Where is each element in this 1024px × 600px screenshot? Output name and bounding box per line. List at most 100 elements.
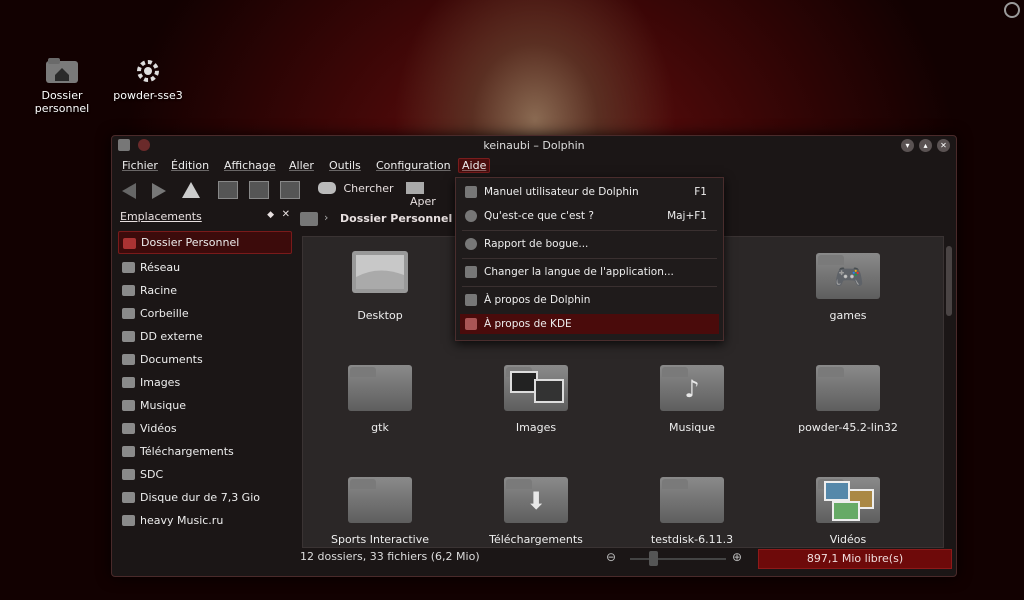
sidebar-item-music[interactable]: Musique [118,394,292,417]
music-icon [122,400,135,411]
file-name: Sports Interactive [330,533,429,546]
whats-this-icon [465,210,477,222]
desktop-icon-home[interactable]: Dossier personnel [22,55,102,115]
sidebar-item-home[interactable]: Dossier Personnel [118,231,292,254]
file-name: games [829,309,867,322]
close-panel-icon[interactable]: ✕ [282,209,290,220]
menu-item-label: Qu'est-ce que c'est ? [484,210,594,222]
back-icon[interactable] [122,183,136,199]
file-item[interactable]: testdisk-6.11.3 [617,469,767,546]
window-title: keinaubi – Dolphin [483,139,585,152]
preview-button[interactable]: Aper [406,181,456,208]
file-name: Téléchargements [489,533,583,546]
file-item[interactable]: powder-45.2-lin32 [773,357,923,434]
file-item[interactable]: Images [461,357,611,434]
trash-icon [122,308,135,319]
chevron-right-icon: › [324,211,329,224]
maximize-button[interactable]: ▴ [919,139,932,152]
sidebar-item-harddisk[interactable]: Disque dur de 7,3 Gio [118,486,292,509]
breadcrumb-current[interactable]: Dossier Personnel [340,212,452,225]
file-name: powder-45.2-lin32 [798,421,898,434]
menu-item-dolphin-manual[interactable]: Manuel utilisateur de Dolphin F1 [460,182,719,202]
menu-fichier[interactable]: Fichier [122,159,158,172]
up-icon[interactable] [182,182,200,198]
sidebar-item-images[interactable]: Images [118,371,292,394]
desktop-toolbox-icon[interactable] [1004,2,1020,18]
menu-aide[interactable]: Aide [458,158,491,173]
file-item[interactable]: gtk [305,357,455,434]
videos-icon [816,469,880,525]
menu-configuration[interactable]: Configuration [376,159,451,172]
sidebar-item-label: DD externe [140,330,203,343]
float-panel-icon[interactable]: ◆ [267,210,274,220]
zoom-out-icon[interactable]: ⊖ [606,550,616,564]
file-item[interactable]: Desktop [305,245,455,322]
home-icon[interactable] [300,212,318,226]
search-label: Chercher [343,181,394,195]
columns-view-icon[interactable] [280,181,300,199]
download-icon: ⬇ [504,469,568,525]
music-note-icon: ♪ [660,357,724,413]
menu-item-bug-report[interactable]: Rapport de bogue... [460,234,719,254]
sidebar-item-label: Vidéos [140,422,177,435]
sidebar-item-label: Corbeille [140,307,189,320]
sidebar-item-label: Documents [140,353,203,366]
file-item[interactable]: Vidéos [773,469,923,546]
disk-icon [122,515,135,526]
sidebar-item-sdc[interactable]: SDC [118,463,292,486]
menu-affichage[interactable]: Affichage [224,159,276,172]
videos-icon [122,423,135,434]
menu-separator [462,258,717,259]
file-item[interactable]: ♪ Musique [617,357,767,434]
file-name: Images [515,421,557,434]
binoculars-icon [318,182,336,194]
places-title: Emplacements [120,210,202,223]
file-item[interactable]: ⬇ Téléchargements [461,469,611,546]
menu-item-change-language[interactable]: Changer la langue de l'application... [460,262,719,282]
menu-item-whats-this[interactable]: Qu'est-ce que c'est ? Maj+F1 [460,206,719,226]
folder-icon [816,357,880,413]
sidebar-item-documents[interactable]: Documents [118,348,292,371]
details-view-icon[interactable] [249,181,269,199]
minimize-button[interactable]: ▾ [901,139,914,152]
forward-icon[interactable] [152,183,166,199]
help-icon [465,186,477,198]
desktop-icon-powder[interactable]: powder-sse3 [108,55,188,102]
images-icon [122,377,135,388]
zoom-slider-handle[interactable] [649,551,658,566]
vertical-scrollbar[interactable] [946,246,952,316]
sidebar-item-label: Images [140,376,181,389]
sidebar-item-external-disk[interactable]: DD externe [118,325,292,348]
menu-separator [462,286,717,287]
documents-icon [122,354,135,365]
file-item[interactable]: Sports Interactive [305,469,455,546]
sidebar-item-heavy-music[interactable]: heavy Music.ru [118,509,292,532]
menu-item-about-kde[interactable]: À propos de KDE [460,314,719,334]
menu-edition[interactable]: Édition [171,159,209,172]
breadcrumb[interactable]: › Dossier Personnel [298,208,458,230]
menu-item-about-dolphin[interactable]: À propos de Dolphin [460,290,719,310]
sidebar-item-trash[interactable]: Corbeille [118,302,292,325]
menu-item-label: Manuel utilisateur de Dolphin [484,186,639,198]
zoom-slider[interactable] [630,558,726,560]
menu-aller[interactable]: Aller [289,159,314,172]
sidebar-item-network[interactable]: Réseau [118,256,292,279]
file-item[interactable]: 🎮 games [773,245,923,322]
menu-outils[interactable]: Outils [329,159,361,172]
close-button[interactable]: ✕ [937,139,950,152]
menu-item-shortcut: F1 [694,186,707,198]
folder-icon [348,469,412,525]
sidebar-item-root[interactable]: Racine [118,279,292,302]
icons-view-icon[interactable] [218,181,238,199]
search-button[interactable]: Chercher [318,181,398,199]
file-name: testdisk-6.11.3 [650,533,734,546]
sidebar-item-videos[interactable]: Vidéos [118,417,292,440]
menu-item-label: À propos de Dolphin [484,294,591,306]
dolphin-icon [465,294,477,306]
sidebar-item-downloads[interactable]: Téléchargements [118,440,292,463]
zoom-in-icon[interactable]: ⊕ [732,550,742,564]
download-icon [122,446,135,457]
home-icon [123,238,136,249]
title-bar[interactable]: keinaubi – Dolphin ▾ ▴ ✕ [112,136,956,156]
file-name: gtk [371,421,389,434]
